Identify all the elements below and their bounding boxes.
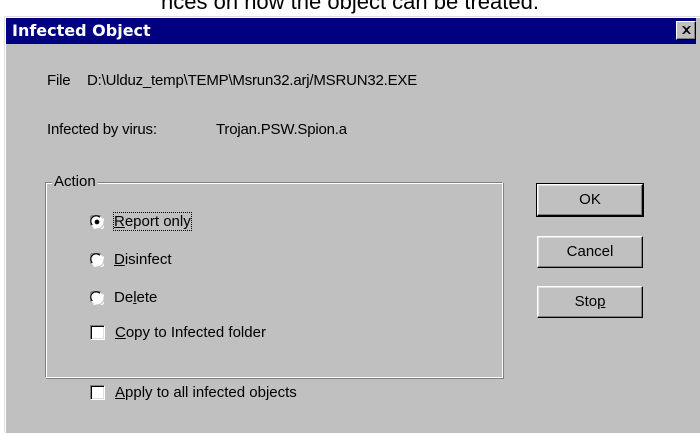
radio-selected-icon	[90, 214, 104, 229]
checkbox-apply-to-all[interactable]: Apply to all infected objects	[90, 384, 297, 401]
cancel-button[interactable]: Cancel	[537, 236, 643, 268]
checkbox-apply-label: Apply to all infected objects	[115, 384, 297, 401]
radio-disinfect-label: Disinfect	[114, 251, 172, 268]
background-caption: nces on how the object can be treated.	[161, 0, 539, 14]
screenshot-page: nces on how the object can be treated. I…	[0, 0, 700, 433]
dialog-title: Infected Object	[12, 21, 151, 40]
title-bar[interactable]: Infected Object	[6, 18, 696, 44]
close-icon	[682, 26, 691, 34]
checkbox-box	[90, 385, 105, 400]
close-button[interactable]	[676, 21, 696, 40]
virus-label: Infected by virus:	[47, 121, 157, 138]
virus-name: Trojan.PSW.Spion.a	[216, 121, 347, 138]
radio-report-only[interactable]: Report only	[90, 212, 192, 231]
radio-report-only-label: Report only	[113, 212, 192, 231]
file-label: File	[47, 72, 71, 89]
checkbox-copy-label: Copy to Infected folder	[115, 324, 266, 341]
radio-disinfect[interactable]: Disinfect	[90, 251, 172, 268]
radio-unselected-icon	[90, 290, 104, 305]
action-legend: Action	[52, 172, 98, 192]
checkbox-box	[90, 325, 105, 340]
file-path: D:\Ulduz_temp\TEMP\Msrun32.arj/MSRUN32.E…	[87, 72, 418, 89]
radio-delete[interactable]: Delete	[90, 289, 157, 306]
ok-button[interactable]: OK	[536, 183, 644, 217]
infected-object-dialog: Infected Object File D:\Ulduz_temp\TEMP\…	[4, 16, 700, 433]
radio-unselected-icon	[90, 252, 104, 267]
radio-delete-label: Delete	[114, 289, 158, 306]
action-groupbox	[45, 182, 503, 378]
stop-button[interactable]: Stop	[537, 286, 643, 318]
checkbox-copy-to-infected-folder[interactable]: Copy to Infected folder	[90, 324, 266, 341]
